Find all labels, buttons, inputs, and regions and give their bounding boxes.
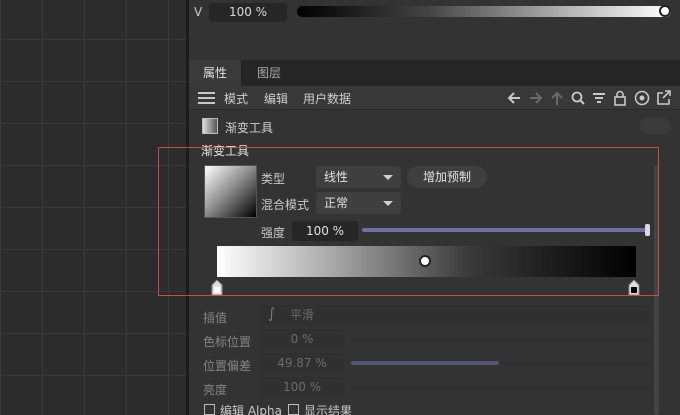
filter-icon[interactable] — [590, 88, 608, 108]
chevron-down-icon — [383, 201, 393, 206]
blend-mode-label: 混合模式 — [261, 198, 310, 212]
lock-icon[interactable] — [611, 88, 629, 108]
menu-edit[interactable]: 编辑 — [264, 90, 288, 107]
v-slider-track[interactable] — [297, 6, 671, 17]
target-icon[interactable] — [633, 88, 651, 108]
type-label: 类型 — [261, 172, 286, 186]
object-toggle[interactable] — [639, 118, 671, 134]
tab-attributes[interactable]: 属性 — [189, 60, 241, 86]
panel-scrollbar[interactable] — [654, 165, 659, 415]
strength-label: 强度 — [261, 226, 286, 240]
object-header: 渐变工具 — [189, 111, 680, 141]
type-value: 线性 — [324, 170, 349, 184]
up-arrow-icon[interactable] — [548, 88, 566, 108]
back-arrow-icon[interactable] — [505, 88, 523, 108]
strength-slider-track[interactable] — [362, 228, 647, 232]
menu-user-data[interactable]: 用户数据 — [303, 90, 351, 107]
attributes-panel: V 100 % 属性 图层 模式 编辑 用户数据 渐变工具 渐变工具 类型 线性… — [189, 0, 680, 415]
stop-position-field[interactable]: 0 % — [260, 329, 344, 349]
interpolation-dropdown[interactable]: 平滑 — [260, 305, 649, 325]
v-slider-knob[interactable] — [659, 5, 671, 17]
forward-arrow-icon[interactable] — [527, 88, 545, 108]
attributes-toolbar: 模式 编辑 用户数据 — [189, 86, 680, 110]
viewport-grid[interactable] — [0, 0, 186, 415]
blend-mode-value: 正常 — [324, 196, 349, 210]
curve-icon: ∫ — [268, 306, 276, 322]
gradient-stop-white[interactable] — [211, 279, 223, 296]
show-result-checkbox[interactable] — [288, 404, 299, 415]
position-offset-fill — [351, 361, 499, 365]
v-label: V — [194, 5, 203, 19]
gradient-stop-black[interactable] — [628, 279, 640, 296]
strength-slider-knob[interactable] — [645, 224, 650, 236]
interpolation-value: 平滑 — [290, 308, 315, 322]
object-title: 渐变工具 — [225, 121, 274, 135]
section-title: 渐变工具 — [201, 144, 250, 158]
tab-layers[interactable]: 图层 — [245, 60, 293, 86]
stop-position-label: 色标位置 — [203, 335, 252, 349]
edit-alpha-label: 编辑 Alpha — [220, 404, 282, 415]
interpolation-label: 插值 — [203, 311, 228, 325]
add-preset-button[interactable]: 增加预制 — [407, 166, 487, 188]
new-window-icon[interactable] — [655, 88, 673, 108]
value-row: V 100 % — [189, 0, 680, 26]
chevron-down-icon — [383, 175, 393, 180]
strength-field[interactable]: 100 % — [292, 221, 358, 241]
v-value-field[interactable]: 100 % — [209, 3, 287, 22]
show-result-label: 显示结果 — [304, 404, 353, 415]
tab-bar: 属性 图层 — [189, 60, 680, 86]
blend-mode-dropdown[interactable]: 正常 — [316, 192, 401, 214]
brightness-field[interactable]: 100 % — [260, 377, 344, 397]
stop-position-slider[interactable] — [351, 337, 649, 341]
edit-alpha-checkbox[interactable] — [204, 404, 215, 415]
brightness-slider[interactable] — [351, 385, 649, 389]
gradient-midpoint-knob[interactable] — [419, 255, 431, 267]
position-offset-field[interactable]: 49.87 % — [260, 353, 344, 373]
menu-icon[interactable] — [198, 92, 215, 104]
menu-mode[interactable]: 模式 — [224, 90, 248, 107]
brightness-label: 亮度 — [203, 383, 228, 397]
search-icon[interactable] — [569, 88, 587, 108]
position-offset-label: 位置偏差 — [203, 359, 252, 373]
gradient-tool-icon — [202, 118, 218, 134]
empty-area — [189, 26, 680, 60]
type-dropdown[interactable]: 线性 — [316, 166, 401, 188]
gradient-preview — [204, 165, 257, 218]
